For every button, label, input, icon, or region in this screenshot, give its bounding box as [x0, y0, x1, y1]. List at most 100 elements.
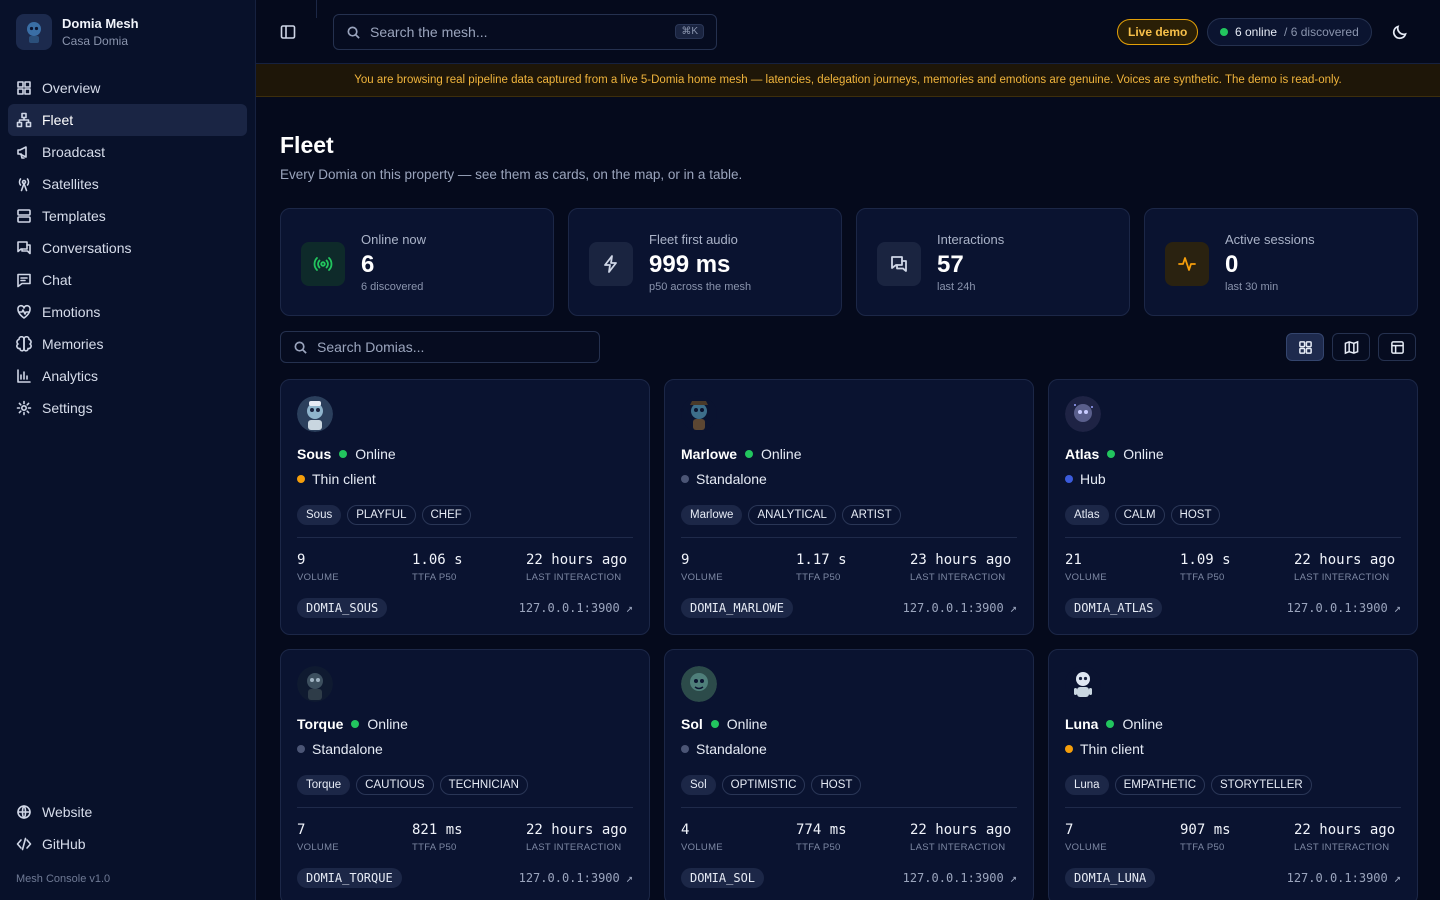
tag: OPTIMISTIC: [721, 775, 806, 795]
address-link[interactable]: 127.0.0.1:3900 ↗: [519, 601, 633, 615]
domia-card-marlowe[interactable]: Marlowe Online Standalone Marlowe ANALYT…: [664, 379, 1034, 635]
address-link[interactable]: 127.0.0.1:3900 ↗: [1287, 871, 1401, 885]
grid-icon: [17, 81, 31, 95]
card-name-row: Torque Online: [297, 716, 408, 732]
tag: STORYTELLER: [1211, 775, 1312, 795]
sidebar-item-label: Fleet: [42, 112, 74, 128]
fleet-search[interactable]: [280, 331, 600, 363]
sidebar-item-settings[interactable]: Settings: [8, 392, 247, 424]
sidebar-item-label: Emotions: [42, 304, 101, 320]
stat-label: Fleet first audio: [649, 232, 738, 247]
external-link-icon: ↗: [1009, 871, 1017, 885]
role-text: Thin client: [312, 471, 376, 487]
sidebar-item-chat[interactable]: Chat: [8, 264, 247, 296]
tag: ANALYTICAL: [748, 505, 836, 525]
global-search[interactable]: ⌘K: [333, 14, 717, 50]
domia-card-sous[interactable]: Sous Online Thin client Sous PLAYFUL CHE…: [280, 379, 650, 635]
avatar: [681, 396, 717, 432]
radio-tower-icon: [18, 178, 30, 192]
tag: Luna: [1065, 775, 1109, 795]
tag: HOST: [1170, 505, 1221, 525]
metric-value: 22 hours ago: [1294, 822, 1396, 838]
address-link[interactable]: 127.0.0.1:3900 ↗: [903, 871, 1017, 885]
address-text: 127.0.0.1:3900: [1286, 601, 1388, 615]
metric-value: 7: [1065, 822, 1074, 838]
sidebar-item-emotions[interactable]: Emotions: [8, 296, 247, 328]
address-link[interactable]: 127.0.0.1:3900 ↗: [1287, 601, 1401, 615]
status-dot: [1107, 450, 1116, 458]
sidebar-item-satellites[interactable]: Satellites: [8, 168, 247, 200]
domia-name: Atlas: [1065, 446, 1100, 462]
metric-value: 1.09 s: [1180, 552, 1231, 568]
status-dot: [339, 450, 348, 458]
view-map-button[interactable]: [1332, 333, 1370, 361]
sidebar-item-label: Website: [42, 804, 93, 820]
sidebar-item-website[interactable]: Website: [8, 796, 247, 828]
sidebar-item-github[interactable]: GitHub: [8, 828, 247, 860]
sidebar-item-label: Memories: [42, 336, 104, 352]
metric-label: VOLUME: [1065, 842, 1107, 853]
status-dot: [1106, 720, 1115, 728]
global-search-input[interactable]: [370, 24, 660, 40]
sidebar-item-label: Conversations: [42, 240, 132, 256]
sidebar-item-broadcast[interactable]: Broadcast: [8, 136, 247, 168]
fleet-search-input[interactable]: [317, 339, 599, 355]
domia-card-atlas[interactable]: Atlas Online Hub Atlas CALM HOST 21 VOLUM…: [1048, 379, 1418, 635]
metric-label: VOLUME: [297, 842, 339, 853]
sidebar-item-fleet[interactable]: Fleet: [8, 104, 247, 136]
card-role-row: Thin client: [297, 471, 376, 487]
theme-toggle-button[interactable]: [1390, 22, 1410, 42]
metric-volume: 9 VOLUME: [681, 552, 723, 583]
metric-value: 821 ms: [412, 822, 463, 838]
metric-label: LAST INTERACTION: [526, 572, 622, 583]
divider: [681, 537, 1017, 538]
messages-icon: [891, 256, 907, 272]
status-text: Online: [355, 446, 396, 462]
tag: Atlas: [1065, 505, 1109, 525]
map-icon: [1344, 340, 1358, 354]
domia-card-luna[interactable]: Luna Online Thin client Luna EMPATHETIC …: [1048, 649, 1418, 900]
activity-icon: [1178, 257, 1196, 271]
domia-card-sol[interactable]: Sol Online Standalone Sol OPTIMISTIC HOS…: [664, 649, 1034, 900]
metric-last-interaction: 22 hours ago LAST INTERACTION: [526, 552, 627, 583]
role-text: Hub: [1080, 471, 1106, 487]
domia-card-torque[interactable]: Torque Online Standalone Torque CAUTIOUS…: [280, 649, 650, 900]
card-role-row: Standalone: [681, 471, 767, 487]
status-dot: [710, 720, 719, 728]
sidebar-item-label: Templates: [42, 208, 106, 224]
avatar: [297, 396, 333, 432]
globe-icon: [17, 805, 31, 819]
stat-value: 6: [361, 251, 375, 278]
online-status-pill[interactable]: 6 online / 6 discovered: [1207, 18, 1372, 46]
role-dot: [681, 475, 689, 483]
domia-id-badge: DOMIA_ATLAS: [1065, 598, 1163, 618]
grid-icon: [1298, 340, 1312, 354]
page-subtitle: Every Domia on this property — see them …: [280, 167, 743, 182]
sidebar-item-overview[interactable]: Overview: [8, 72, 247, 104]
sidebar-item-templates[interactable]: Templates: [8, 200, 247, 232]
view-cards-button[interactable]: [1286, 333, 1324, 361]
domia-name: Sol: [681, 716, 703, 732]
radio-waves-icon: [313, 257, 333, 271]
online-dot: [1220, 28, 1228, 36]
tag: HOST: [811, 775, 862, 795]
sidebar-toggle-button[interactable]: [278, 22, 298, 42]
address-link[interactable]: 127.0.0.1:3900 ↗: [519, 871, 633, 885]
topbar: ⌘K Live demo 6 online / 6 discovered: [256, 0, 1440, 64]
sidebar-item-memories[interactable]: Memories: [8, 328, 247, 360]
view-table-button[interactable]: [1378, 333, 1416, 361]
role-text: Standalone: [696, 471, 767, 487]
address-link[interactable]: 127.0.0.1:3900 ↗: [903, 601, 1017, 615]
role-text: Standalone: [312, 741, 383, 757]
sidebar-item-conversations[interactable]: Conversations: [8, 232, 247, 264]
stat-icon-box: [1165, 242, 1209, 286]
metric-value: 23 hours ago: [910, 552, 1012, 568]
metric-value: 907 ms: [1180, 822, 1231, 838]
role-dot: [1065, 745, 1073, 753]
domia-id-badge: DOMIA_LUNA: [1065, 868, 1156, 888]
metric-volume: 9 VOLUME: [297, 552, 339, 583]
brand[interactable]: Domia Mesh Casa Domia: [16, 14, 139, 50]
address-text: 127.0.0.1:3900: [902, 871, 1004, 885]
sidebar-item-analytics[interactable]: Analytics: [8, 360, 247, 392]
metric-value: 22 hours ago: [910, 822, 1012, 838]
